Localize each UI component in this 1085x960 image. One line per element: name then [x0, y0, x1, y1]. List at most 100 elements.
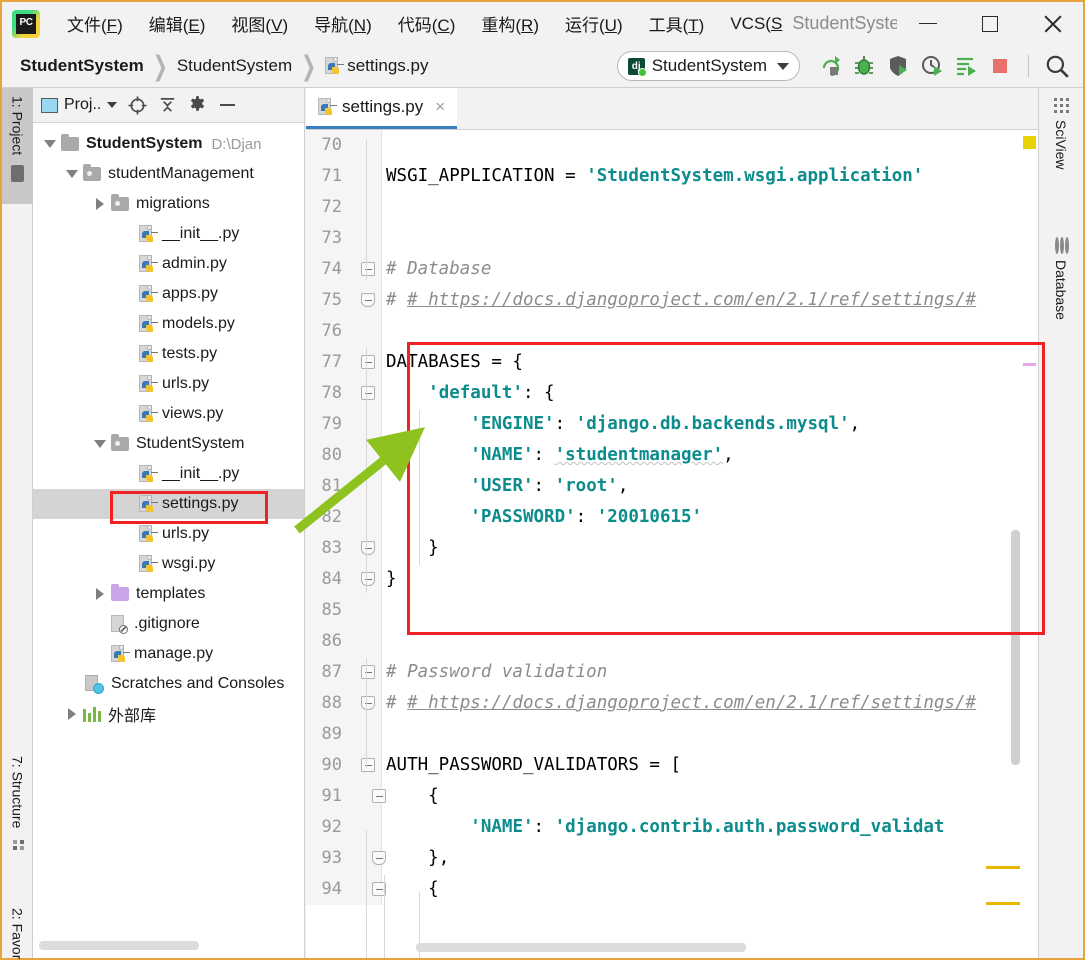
tree-item-admin-py[interactable]: admin.py [33, 249, 304, 279]
gutter[interactable] [354, 719, 382, 750]
editor-hscrollbar[interactable] [416, 943, 746, 952]
project-panel-hscrollbar[interactable] [39, 941, 199, 950]
twisty-down-icon[interactable] [89, 440, 111, 448]
fold-marker-icon[interactable] [361, 262, 375, 276]
tree-item-urls-py-2[interactable]: urls.py [33, 519, 304, 549]
fold-marker-icon[interactable] [361, 541, 375, 555]
gutter[interactable] [354, 347, 382, 378]
warning-marker[interactable] [1023, 136, 1036, 149]
tree-item-migrations[interactable]: migrations [33, 189, 304, 219]
search-icon[interactable] [1043, 52, 1071, 80]
twisty-right-icon[interactable] [61, 708, 83, 720]
fold-marker-icon[interactable] [361, 386, 375, 400]
gutter[interactable] [354, 595, 382, 626]
close-icon[interactable]: × [435, 97, 445, 117]
doc-link[interactable]: # https://docs.djangoproject.com/en/2.1/… [407, 693, 976, 713]
gutter[interactable] [354, 657, 382, 688]
breadcrumb-project[interactable]: StudentSystem [20, 56, 144, 76]
maximize-icon[interactable] [959, 4, 1021, 44]
breadcrumb-file[interactable]: settings.py [325, 56, 428, 76]
marker-gutter[interactable] [1022, 130, 1038, 958]
gutter[interactable] [354, 440, 382, 471]
gutter[interactable] [354, 564, 382, 595]
twisty-down-icon[interactable] [61, 170, 83, 178]
tree-item-views-py[interactable]: views.py [33, 399, 304, 429]
fold-marker-icon[interactable] [361, 665, 375, 679]
run-config-selector[interactable]: dj StudentSystem [616, 51, 800, 81]
target-icon[interactable] [127, 95, 147, 115]
change-marker[interactable] [1023, 363, 1036, 366]
tree-item-manage-py[interactable]: manage.py [33, 639, 304, 669]
tree-item-tests-py[interactable]: tests.py [33, 339, 304, 369]
collapse-all-icon[interactable] [157, 95, 177, 115]
twisty-right-icon[interactable] [89, 588, 111, 600]
fold-marker-icon[interactable] [361, 355, 375, 369]
gutter[interactable] [354, 533, 382, 564]
gutter[interactable] [354, 378, 382, 409]
tree-item-studentsystem-package[interactable]: StudentSystem [33, 429, 304, 459]
gutter[interactable] [354, 223, 382, 254]
fold-marker-icon[interactable] [361, 572, 375, 586]
sidebar-item-project[interactable]: 1: Project [2, 88, 33, 204]
menu-navigate[interactable]: 导航(N) [301, 8, 385, 39]
gutter[interactable] [354, 843, 386, 874]
tree-item-gitignore[interactable]: .gitignore [33, 609, 304, 639]
tab-settings-py[interactable]: settings.py × [306, 88, 458, 129]
menu-file[interactable]: 文件(F) [54, 8, 136, 39]
run-coverage-icon[interactable] [884, 52, 912, 80]
fold-marker-icon[interactable] [372, 789, 386, 803]
tree-item-studentsystem-root[interactable]: StudentSystem D:\Djan [33, 129, 304, 159]
close-icon[interactable] [1021, 4, 1083, 44]
gutter[interactable] [354, 285, 382, 316]
gutter[interactable] [354, 781, 386, 812]
tree-item-external-libraries[interactable]: 外部库 [33, 699, 304, 729]
sidebar-item-sciview[interactable]: SciView [1045, 98, 1077, 228]
menu-code[interactable]: 代码(C) [385, 8, 469, 39]
sidebar-item-database[interactable]: Database [1045, 237, 1077, 398]
code-viewport[interactable]: 70 71 WSGI_APPLICATION = 'StudentSystem.… [306, 130, 1038, 958]
menu-view[interactable]: 视图(V) [218, 8, 301, 39]
menu-run[interactable]: 运行(U) [552, 8, 636, 39]
editor-vscrollbar[interactable] [1011, 530, 1020, 765]
sidebar-item-favorites[interactable]: 2: Favorites [2, 900, 33, 960]
menu-vcs[interactable]: VCS(S [717, 11, 786, 37]
gutter[interactable] [354, 161, 382, 192]
tree-item-templates[interactable]: templates [33, 579, 304, 609]
profile-icon[interactable] [918, 52, 946, 80]
tree-item-init-py[interactable]: __init__.py [33, 219, 304, 249]
gutter[interactable] [354, 502, 382, 533]
run-console-icon[interactable] [952, 52, 980, 80]
gutter[interactable] [354, 254, 382, 285]
tree-item-wsgi-py[interactable]: wsgi.py [33, 549, 304, 579]
code-comment-link[interactable]: # # https://docs.djangoproject.com/en/2.… [382, 688, 976, 719]
breadcrumb-package[interactable]: StudentSystem [177, 56, 292, 76]
stop-icon[interactable] [986, 52, 1014, 80]
tree-item-init-py-2[interactable]: __init__.py [33, 459, 304, 489]
tree-item-apps-py[interactable]: apps.py [33, 279, 304, 309]
gutter[interactable] [354, 874, 386, 905]
tree-item-urls-py[interactable]: urls.py [33, 369, 304, 399]
sidebar-item-structure[interactable]: 7: Structure [2, 748, 33, 898]
hide-panel-icon[interactable] [217, 95, 237, 115]
tree-item-scratches[interactable]: Scratches and Consoles [33, 669, 304, 699]
gutter[interactable] [354, 471, 382, 502]
gear-icon[interactable] [187, 95, 207, 115]
twisty-right-icon[interactable] [89, 198, 111, 210]
tree-item-settings-py[interactable]: settings.py [33, 489, 304, 519]
minimize-icon[interactable] [897, 4, 959, 44]
gutter[interactable] [354, 626, 382, 657]
twisty-down-icon[interactable] [39, 140, 61, 148]
debug-icon[interactable] [850, 52, 878, 80]
fold-marker-icon[interactable] [372, 851, 386, 865]
fold-marker-icon[interactable] [361, 293, 375, 307]
doc-link[interactable]: # https://docs.djangoproject.com/en/2.1/… [407, 290, 976, 310]
gutter[interactable] [354, 130, 382, 161]
menu-refactor[interactable]: 重构(R) [468, 8, 552, 39]
gutter[interactable] [354, 688, 382, 719]
menu-edit[interactable]: 编辑(E) [136, 8, 219, 39]
code-comment-link[interactable]: # # https://docs.djangoproject.com/en/2.… [382, 285, 976, 316]
gutter[interactable] [354, 409, 382, 440]
project-panel-title[interactable]: Proj.. [41, 96, 118, 114]
gutter[interactable] [354, 316, 382, 347]
gutter[interactable] [354, 812, 382, 843]
